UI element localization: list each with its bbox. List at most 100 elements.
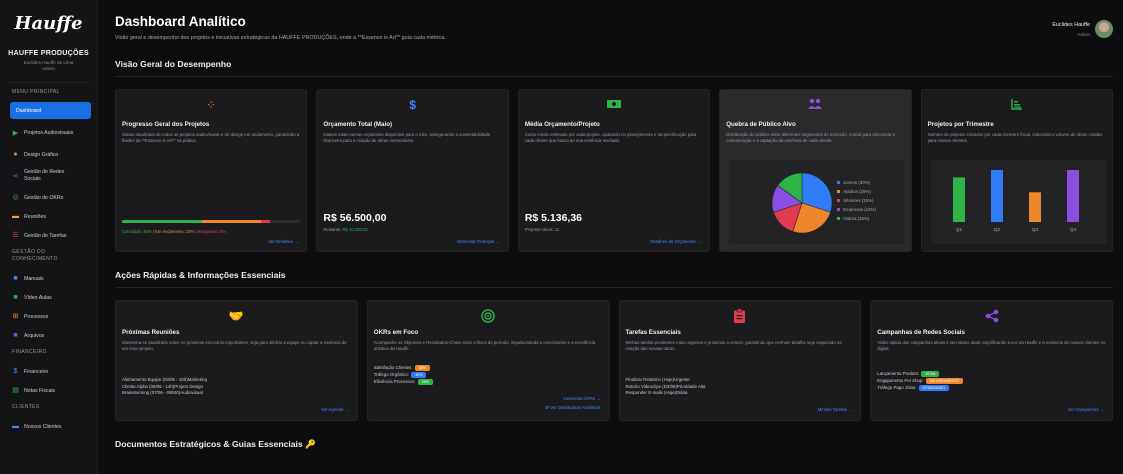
view-agenda-link[interactable]: Ver Agenda → bbox=[321, 407, 349, 412]
sidebar-section-knowledge: GESTÃO DO CONHECIMENTO bbox=[12, 249, 58, 262]
card-projects-quarterly: Projetos por Trimestre Número de projeto… bbox=[920, 89, 1114, 252]
okr-item: Tráfego Orgânico: 40% bbox=[374, 371, 433, 379]
campaign-item[interactable]: Engajamento Pet Shop: EM ANDAMENTO bbox=[877, 377, 963, 385]
avatar[interactable] bbox=[1095, 20, 1113, 38]
legend-swatch bbox=[837, 199, 841, 202]
card-social-campaigns: Campanhas de Redes Sociais Visão rápida … bbox=[870, 300, 1113, 421]
section-divider bbox=[115, 287, 1113, 288]
legend-swatch bbox=[837, 181, 841, 184]
user-menu[interactable]: Euclides Hauffe Admin bbox=[1052, 20, 1113, 38]
card-description: Minhas tarefas pendentes mais urgentes e… bbox=[625, 340, 842, 351]
list-item[interactable]: Brainstorming (07/06 - 09h30)Audiovisual bbox=[122, 390, 207, 397]
handshake-icon: ▬ bbox=[12, 423, 19, 430]
list-item[interactable]: Alinhamento Equipe (03/06 - 10h)Marketin… bbox=[122, 377, 207, 384]
sidebar-item-label: Gestão de Tarefas bbox=[24, 232, 67, 239]
sidebar-item-label: Arquivos bbox=[24, 332, 45, 339]
card-tasks: Tarefas Essenciais Minhas tarefas penden… bbox=[618, 300, 862, 421]
sidebar: Hauffe HAUFFE PRODUÇÕES Euclides Hauffe … bbox=[0, 0, 98, 474]
card-audience-breakdown: Quebra de Público Alvo Distribuição do p… bbox=[719, 89, 912, 252]
money-icon bbox=[525, 98, 703, 112]
list-item[interactable]: Roteiro Videoclipe (D3/06)Prioridade Alt… bbox=[626, 384, 706, 391]
card-description: Distribuição do público entre diferentes… bbox=[726, 132, 895, 143]
legend-swatch bbox=[837, 217, 841, 220]
bar bbox=[990, 170, 1003, 222]
okr-item: Eficiência Processos: 95% bbox=[373, 378, 433, 386]
meetings-list: Alinhamento Equipe (03/06 - 10h)Marketin… bbox=[122, 377, 207, 397]
legend-label: Empresas (15%) bbox=[843, 207, 876, 212]
active-projects: Projetos Ativos: 11 bbox=[524, 227, 560, 232]
card-description: Número de projetos iniciados por cada tr… bbox=[927, 132, 1103, 143]
card-description: Gastos totais versus orçamento disponíve… bbox=[323, 132, 491, 143]
card-total-budget: $ Orçamento Total (Maio) Gastos totais v… bbox=[316, 89, 509, 252]
sidebar-item-label: Manuais bbox=[24, 275, 44, 282]
my-tasks-link[interactable]: Minhas Tarefas → bbox=[818, 407, 853, 412]
sidebar-item-gestao-de-redes-sociais[interactable]: ⋖ Gestão de Redes Sociais bbox=[0, 164, 97, 188]
bar bbox=[1028, 192, 1041, 222]
view-details-link[interactable]: Ver Detalhes → bbox=[268, 239, 298, 244]
folder-icon: ■ bbox=[13, 332, 18, 339]
sidebar-item-nossos-clientes[interactable]: ▬ Nossos Clientes bbox=[0, 417, 97, 436]
page-subtitle: Visão geral e desempenho dos projetos e … bbox=[115, 35, 446, 41]
card-title: Orçamento Total (Maio) bbox=[323, 121, 393, 128]
sidebar-item-dashboard[interactable]: Dashboard bbox=[10, 102, 91, 119]
handshake-icon: ▬ bbox=[12, 213, 19, 220]
sidebar-item-design-grafico[interactable]: ● Design Gráfico bbox=[0, 145, 97, 164]
x-tick-label: Q4 bbox=[1070, 227, 1077, 232]
manage-okrs-link[interactable]: Gerenciar OKRs → bbox=[563, 396, 600, 401]
sidebar-item-notas-fiscais[interactable]: ▤ Notas Fiscais bbox=[0, 381, 97, 400]
sidebar-item-projetos-audiovisuais[interactable]: ▶ Projetos Audiovisuais bbox=[0, 121, 97, 145]
sidebar-section-main: MENU PRINCIPAL bbox=[12, 89, 60, 95]
sidebar-user: Euclides Hauffe de Lima Admin bbox=[0, 60, 97, 72]
sidebar-item-gestao-de-tarefas[interactable]: ☰ Gestão de Tarefas bbox=[0, 226, 97, 245]
status-badge: ATIVA bbox=[921, 371, 940, 377]
legend-item: Sêniores (15%) bbox=[837, 196, 876, 205]
pie-legend: Jovens (30%) Adultos (25%) Sêniores (15%) E… bbox=[837, 178, 876, 223]
sidebar-item-label: Vídeo Aulas bbox=[24, 294, 52, 301]
budget-value: R$ 56.500,00 bbox=[323, 212, 387, 224]
sidebar-section-clients: CLIENTES bbox=[12, 404, 40, 410]
progress-done-segment bbox=[122, 220, 203, 223]
card-okrs: OKRs em Foco Acompanhe os Objetivos e Re… bbox=[366, 300, 610, 421]
campaign-item[interactable]: Lançamento Produto: ATIVA bbox=[877, 371, 963, 378]
sidebar-section-finance: FINANCEIRO bbox=[12, 349, 47, 355]
card-description: Custo médio estimado por cada projeto, a… bbox=[524, 132, 697, 143]
progress-legend: Concluído: 45% | Em Andamento: 33% | Blo… bbox=[122, 229, 227, 234]
campaign-item[interactable]: Tráfego Pago Jóias: OTIMIZANDO bbox=[877, 384, 963, 392]
sidebar-item-manuais[interactable]: ■ Manuais bbox=[0, 269, 97, 288]
average-value: R$ 5.136,36 bbox=[524, 212, 583, 224]
bar bbox=[1066, 170, 1079, 222]
audience-chart: Jovens (30%) Adultos (25%) Sêniores (15%) E… bbox=[729, 160, 905, 244]
sidebar-item-arquivos[interactable]: ■ Arquivos bbox=[0, 326, 97, 345]
legend-swatch bbox=[837, 208, 841, 211]
brand-name: HAUFFE PRODUÇÕES bbox=[8, 48, 89, 57]
palette-icon: ● bbox=[13, 151, 18, 158]
legend-in-progress: Em Andamento: 33% bbox=[155, 229, 195, 234]
card-title: Projetos por Trimestre bbox=[927, 121, 994, 128]
analytics-dashboards-link[interactable]: ⚙ Ver Dashboards Analíticos bbox=[545, 405, 600, 411]
card-title: Quebra de Público Alvo bbox=[726, 121, 796, 128]
video-icon: ■ bbox=[13, 294, 18, 301]
sidebar-item-reunioes[interactable]: ▬ Reuniões bbox=[0, 207, 97, 226]
dollar-icon: $ bbox=[409, 98, 416, 112]
legend-label: Sêniores (15%) bbox=[843, 198, 874, 203]
section-title-quick: Ações Rápidas & Informações Essenciais bbox=[115, 270, 286, 280]
analytics-dashboards-label: Ver Dashboards Analíticos bbox=[550, 405, 601, 410]
budget-details-link[interactable]: Detalhes do Orçamento → bbox=[650, 239, 701, 244]
okr-label: Eficiência Processos: bbox=[373, 378, 416, 384]
list-item[interactable]: Cliente Alpha (05/06 - 14h)Projeto Desig… bbox=[122, 384, 207, 391]
list-item[interactable]: Finalizar Relatório (Hoje)Urgente bbox=[626, 377, 706, 384]
budget-remaining-label: Restante: bbox=[323, 227, 342, 232]
section-title-docs: Documentos Estratégicos & Guias Essencia… bbox=[115, 439, 316, 449]
target-icon bbox=[374, 309, 603, 323]
list-item[interactable]: Responder E-mails (Hoje)Diária bbox=[626, 390, 706, 397]
status-badge: EM ANDAMENTO bbox=[925, 377, 963, 384]
legend-blocked: Bloqueado: 5% bbox=[197, 229, 227, 234]
sidebar-item-video-aulas[interactable]: ■ Vídeo Aulas bbox=[0, 288, 97, 307]
sidebar-item-gestao-de-okrs[interactable]: ◎ Gestão de OKRs bbox=[0, 188, 97, 207]
view-campaigns-link[interactable]: Ver Campanhas → bbox=[1068, 407, 1104, 412]
manage-finances-link[interactable]: Gerenciar Finanças → bbox=[457, 239, 500, 244]
share-icon: ⋖ bbox=[12, 172, 19, 180]
sidebar-item-processos[interactable]: ⊞ Processos bbox=[0, 307, 97, 326]
sidebar-item-financeiro[interactable]: $ Financeiro bbox=[0, 362, 97, 381]
okr-list: Satisfação Clientes: 85% Tráfego Orgânico… bbox=[374, 365, 433, 385]
